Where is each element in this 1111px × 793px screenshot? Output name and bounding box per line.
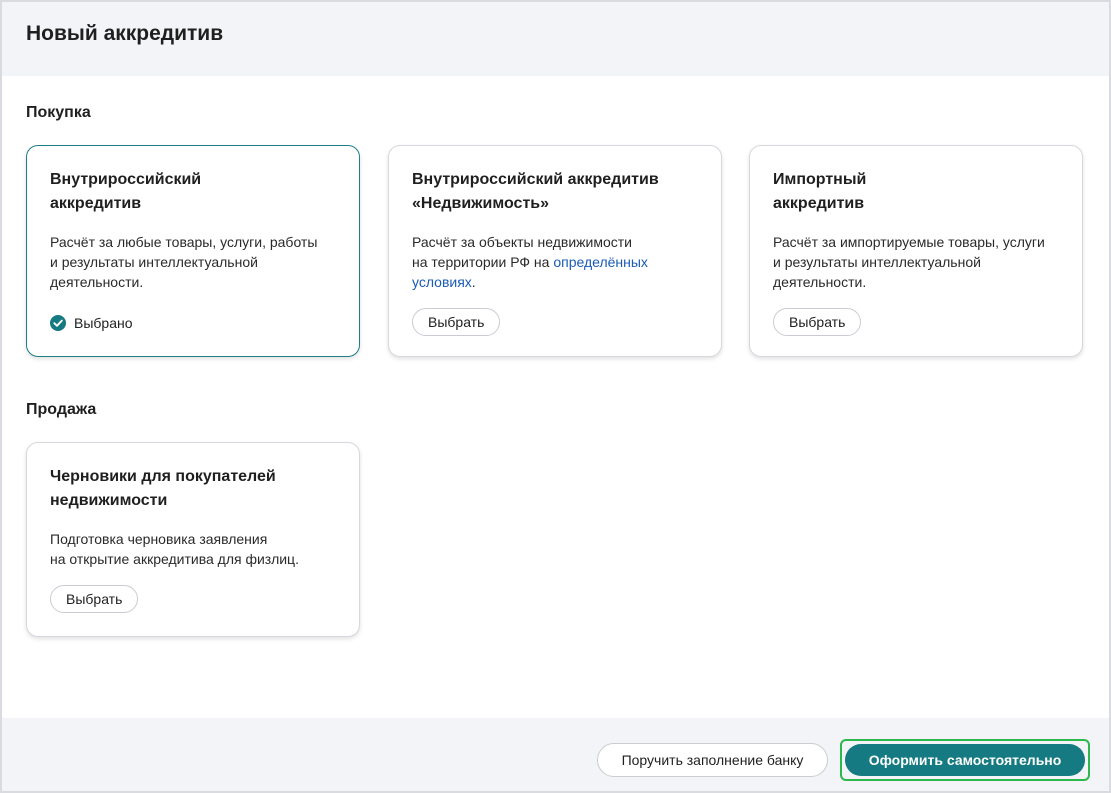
fill-yourself-button[interactable]: Оформить самостоятельно — [845, 744, 1085, 776]
card-title-line: Внутрироссийский — [50, 171, 202, 188]
card-description-line: Расчёт за любые товары, услуги, работы — [50, 234, 318, 250]
delegate-to-bank-button[interactable]: Поручить заполнение банку — [597, 743, 828, 777]
card-buyer-drafts[interactable]: Черновики для покупателей недвижимости П… — [26, 442, 360, 637]
section-title-sale: Продажа — [26, 401, 97, 418]
card-description-line: на территории РФ на — [412, 254, 554, 270]
card-real-estate-letter-of-credit[interactable]: Внутрироссийский аккредитив «Недвижимост… — [388, 145, 722, 357]
card-description-line: деятельности. — [50, 274, 144, 290]
selected-status-label: Выбрано — [74, 315, 133, 331]
choose-button[interactable]: Выбрать — [773, 308, 862, 336]
card-description-line: Подготовка черновика заявления — [50, 531, 268, 547]
card-title: Черновики для покупателей недвижимости — [50, 465, 340, 513]
check-circle-icon — [50, 315, 66, 331]
card-title: Внутрироссийский аккредитив «Недвижимост… — [412, 168, 702, 216]
card-title-line: Черновики для покупателей — [50, 468, 276, 485]
card-description-line: на открытие аккредитива для физлиц. — [50, 551, 299, 567]
card-description-line: и результаты интеллектуальной — [50, 254, 258, 270]
card-description-line: деятельности. — [773, 274, 867, 290]
card-title: Импортный аккредитив — [773, 168, 1063, 216]
card-description-line: Расчёт за импортируемые товары, услуги — [773, 234, 1045, 250]
card-title-line: Импортный — [773, 171, 867, 188]
card-description-line: Расчёт за объекты недвижимости — [412, 234, 632, 250]
card-title-line: «Недвижимость» — [412, 195, 550, 212]
card-title-line: аккредитив — [773, 195, 865, 212]
choose-button[interactable]: Выбрать — [50, 585, 139, 613]
card-domestic-letter-of-credit[interactable]: Внутрироссийский аккредитив Расчёт за лю… — [26, 145, 360, 357]
card-title-line: недвижимости — [50, 492, 168, 509]
card-title-line: Внутрироссийский аккредитив — [412, 171, 659, 188]
primary-button-focus-ring: Оформить самостоятельно — [840, 739, 1090, 781]
card-title-line: аккредитив — [50, 195, 142, 212]
card-description: Расчёт за любые товары, услуги, работы и… — [50, 232, 340, 292]
card-description-line: и результаты интеллектуальной — [773, 254, 981, 270]
choose-button[interactable]: Выбрать — [412, 308, 501, 336]
card-description: Подготовка черновика заявления на открыт… — [50, 529, 340, 569]
card-import-letter-of-credit[interactable]: Импортный аккредитив Расчёт за импортиру… — [749, 145, 1083, 357]
dialog-footer: Поручить заполнение банку Оформить самос… — [2, 718, 1109, 791]
dialog-window: Новый аккредитив Покупка Внутрироссийски… — [0, 0, 1111, 793]
conditions-link-part[interactable]: условиях — [412, 274, 472, 290]
conditions-link-part[interactable]: определённых — [553, 254, 648, 270]
selected-status: Выбрано — [50, 314, 133, 332]
card-description-suffix: . — [471, 274, 476, 290]
dialog-header: Новый аккредитив — [2, 2, 1109, 76]
card-title: Внутрироссийский аккредитив — [50, 168, 340, 216]
card-description: Расчёт за объекты недвижимости на террит… — [412, 232, 702, 292]
page-title: Новый аккредитив — [26, 22, 224, 45]
card-description: Расчёт за импортируемые товары, услуги и… — [773, 232, 1063, 292]
section-title-purchase: Покупка — [26, 104, 91, 121]
